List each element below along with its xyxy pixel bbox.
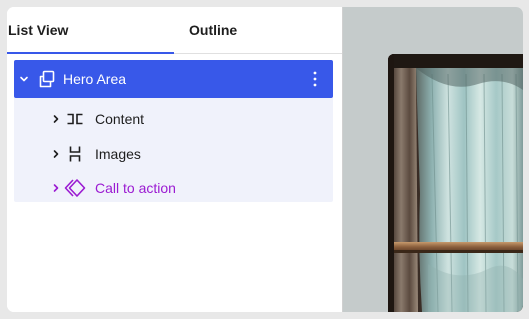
chevron-right-icon[interactable]: [50, 148, 62, 160]
hero-image[interactable]: [388, 54, 523, 312]
tree-item-label: Call to action: [95, 179, 176, 196]
tree-item-hero-area[interactable]: Hero Area: [14, 60, 333, 98]
chevron-down-icon[interactable]: [18, 73, 30, 85]
row-icon: [64, 143, 86, 165]
tree-item-call-to-action[interactable]: Call to action: [14, 170, 333, 205]
tree-item-content[interactable]: Content: [14, 101, 333, 136]
panel-tabs: List View Outline: [7, 7, 342, 54]
tab-list-view-label: List View: [8, 22, 69, 38]
active-tab-indicator: [7, 52, 174, 54]
columns-icon: [64, 108, 86, 130]
tab-outline-label: Outline: [189, 22, 238, 38]
group-icon: [36, 68, 58, 90]
tab-outline[interactable]: Outline: [189, 7, 342, 53]
more-options-icon[interactable]: [307, 68, 323, 90]
tree-item-label: Images: [95, 145, 141, 162]
chevron-right-icon[interactable]: [50, 113, 62, 125]
tab-list-view[interactable]: List View: [7, 7, 175, 54]
editor-window: List View Outline Hero Area Content Imag…: [7, 7, 523, 312]
tree-item-images[interactable]: Images: [14, 136, 333, 171]
block-tree: Hero Area Content Images Call to action: [14, 60, 333, 202]
diamond-arrows-icon: [64, 177, 86, 199]
list-view-panel: List View Outline Hero Area Content Imag…: [7, 7, 343, 312]
editor-canvas: [343, 7, 523, 312]
chevron-right-icon[interactable]: [50, 182, 62, 194]
tree-item-label: Content: [95, 110, 145, 127]
tree-item-label: Hero Area: [63, 71, 127, 87]
